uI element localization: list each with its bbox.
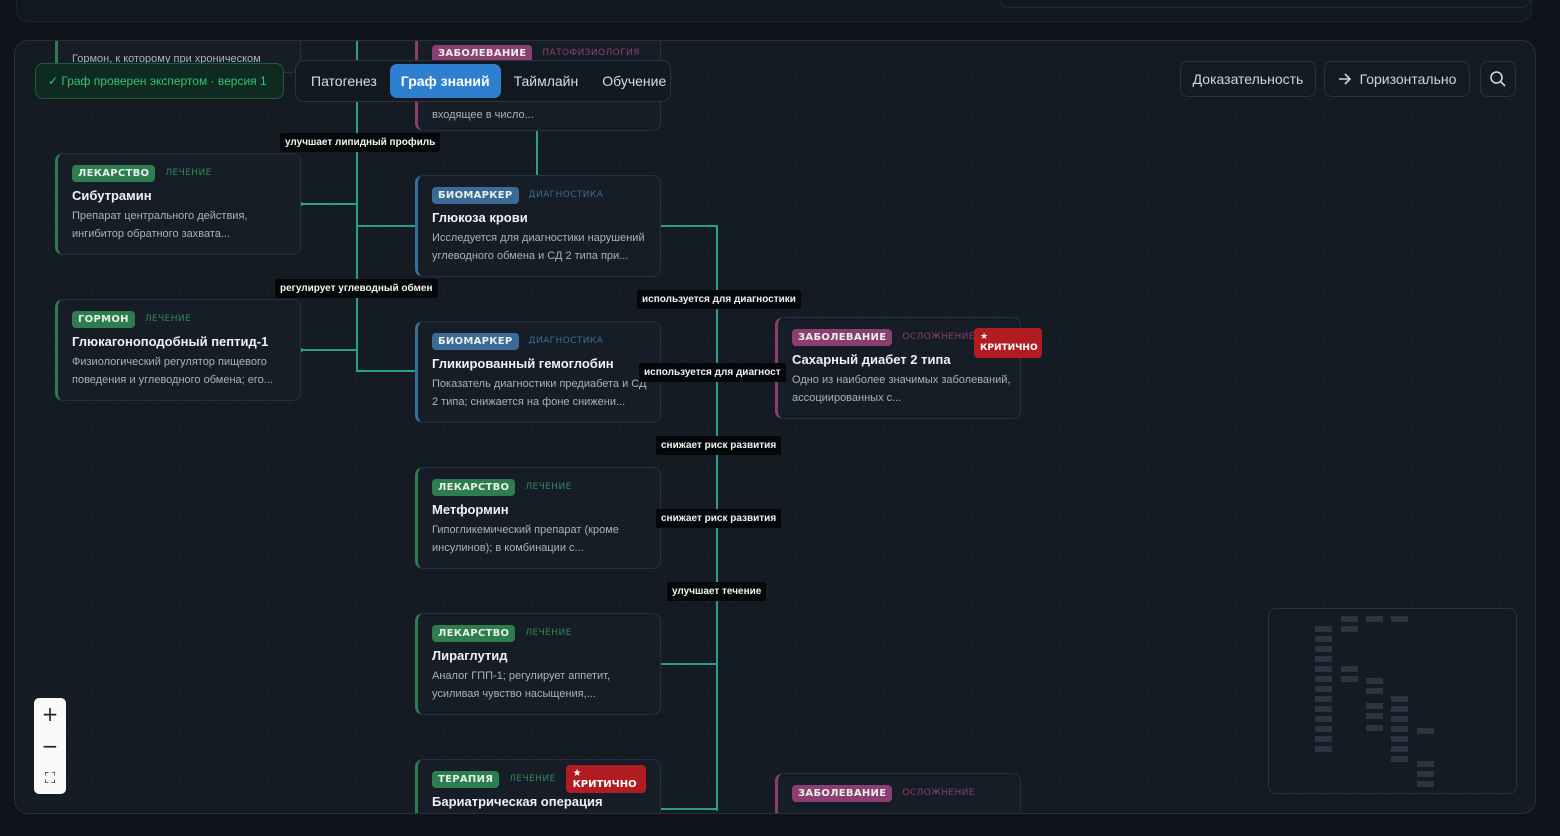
node-title: Сибутрамин [72, 188, 152, 203]
edge-label: улучшает течение [667, 582, 767, 601]
node-description: Физиологический регулятор пищевого повед… [72, 356, 273, 386]
node-hba1c[interactable]: БИОМАРКЕР ДИАГНОСТИКА Гликированный гемо… [415, 321, 661, 423]
node-tag: ЛЕКАРСТВО [72, 164, 156, 182]
node-subtag: ПАТОФИЗИОЛОГИЯ [542, 48, 640, 58]
edge-label: снижает риск развития [656, 436, 782, 455]
node-subtag: ОСЛОЖНЕНИЕ [902, 788, 975, 798]
zoom-controls: + − ⛶ [34, 698, 66, 794]
fit-view-button[interactable]: ⛶ [34, 762, 66, 794]
tab-knowledge-graph[interactable]: Граф знаний [389, 64, 501, 98]
edge-label: улучшает липидный профиль [280, 133, 441, 152]
search-button[interactable] [1480, 61, 1516, 97]
node-subtag: ЛЕЧЕНИЕ [525, 482, 572, 492]
layout-button[interactable]: Горизонтально [1324, 61, 1470, 97]
minimap[interactable] [1268, 608, 1517, 794]
node-description: Препарат центрального действия, ингибито… [72, 210, 248, 240]
node-description: Исследуется для диагностики нарушений уг… [432, 232, 645, 262]
zoom-in-button[interactable]: + [34, 698, 66, 730]
tab-timeline[interactable]: Таймлайн [503, 64, 590, 98]
node-diabetes[interactable]: ЗАБОЛЕВАНИЕ ОСЛОЖНЕНИЕ ★ КРИТИЧНО Сахарн… [775, 317, 1042, 419]
node-tag: БИОМАРКЕР [432, 332, 519, 350]
layout-button-label: Горизонтально [1359, 71, 1457, 87]
node-liraglutide[interactable]: ЛЕКАРСТВО ЛЕЧЕНИЕ Лираглутид Аналог ГПП-… [415, 613, 661, 715]
node-tag: БИОМАРКЕР [432, 186, 519, 204]
node-tag: ЗАБОЛЕВАНИЕ [792, 784, 893, 802]
node-description: Одно из наиболее значимых заболеваний, а… [792, 374, 1011, 404]
minimap-nodes [1315, 616, 1434, 787]
node-subtag: ЛЕЧЕНИЕ [525, 628, 572, 638]
node-metformin[interactable]: ЛЕКАРСТВО ЛЕЧЕНИЕ Метформин Гипогликемич… [415, 467, 661, 569]
node-tag: ЛЕКАРСТВО [432, 624, 516, 642]
arrow-right-icon [1338, 73, 1351, 85]
graph-canvas[interactable]: Гормон, к которому при хроническом ЗАБОЛ… [14, 40, 1536, 814]
edge-label: используется для диагностики [637, 290, 801, 309]
node-subtag: ЛЕЧЕНИЕ [144, 314, 192, 324]
evidence-button[interactable]: Доказательность [1180, 61, 1316, 97]
node-tag: ЗАБОЛЕВАНИЕ [792, 328, 893, 346]
node-glp1[interactable]: ГОРМОН ЛЕЧЕНИЕ Глюкагоноподобный пептид-… [55, 299, 301, 401]
edge [301, 349, 417, 372]
critical-badge: ★ КРИТИЧНО [974, 328, 1042, 358]
node-subtag: ЛЕЧЕНИЕ [509, 774, 556, 784]
node-tag: ЛЕКАРСТВО [432, 478, 516, 496]
node-bariatric[interactable]: ТЕРАПИЯ ЛЕЧЕНИЕ ★ КРИТИЧНО Бариатрическа… [415, 759, 661, 813]
node-subtag: ЛЕЧЕНИЕ [165, 168, 212, 178]
verified-badge: ✓ Граф проверен экспертом · версия 1 [35, 63, 284, 99]
edge [301, 203, 417, 227]
node-tag: ЗАБОЛЕВАНИЕ [432, 44, 533, 62]
view-tabs: Патогенез Граф знаний Таймлайн Обучение [295, 60, 671, 102]
node-subtag: ДИАГНОСТИКА [528, 190, 604, 200]
evidence-button-label: Доказательность [1192, 71, 1304, 87]
node-title: Лираглутид [432, 648, 508, 663]
edge-label: снижает риск развития [656, 509, 782, 528]
edge-label: используется для диагност [639, 363, 786, 382]
node-subtag: ОСЛОЖНЕНИЕ [902, 332, 975, 342]
zoom-out-button[interactable]: − [34, 730, 66, 762]
node-description: входящее в число... [432, 109, 534, 121]
node-title: Глюкоза крови [432, 210, 528, 225]
tab-learning[interactable]: Обучение [591, 64, 677, 98]
search-icon [1490, 71, 1506, 87]
node-sibutramine[interactable]: ЛЕКАРСТВО ЛЕЧЕНИЕ Сибутрамин Препарат це… [55, 153, 301, 255]
node-title: Гликированный гемоглобин [432, 356, 614, 371]
node-title: Бариатрическая операция [432, 794, 603, 809]
node-description: Показатель диагностики предиабета и СД 2… [432, 378, 647, 408]
node-description: Гипогликемический препарат (кроме инсули… [432, 524, 619, 554]
node-glucose[interactable]: БИОМАРКЕР ДИАГНОСТИКА Глюкоза крови Иссл… [415, 175, 661, 277]
node-bottom-right[interactable]: ЗАБОЛЕВАНИЕ ОСЛОЖНЕНИЕ [775, 773, 1021, 813]
node-title: Метформин [432, 502, 509, 517]
edge-label: регулирует углеводный обмен [275, 279, 438, 298]
node-subtag: ДИАГНОСТИКА [528, 336, 604, 346]
critical-badge: ★ КРИТИЧНО [565, 765, 646, 793]
tab-pathogenesis[interactable]: Патогенез [300, 64, 388, 98]
node-description: Аналог ГПП-1; регулирует аппетит, усилив… [432, 670, 611, 700]
top-search-field[interactable] [1000, 0, 1530, 8]
node-tag: ТЕРАПИЯ [432, 770, 500, 788]
node-tag: ГОРМОН [72, 310, 135, 328]
node-title: Глюкагоноподобный пептид-1 [72, 334, 269, 349]
